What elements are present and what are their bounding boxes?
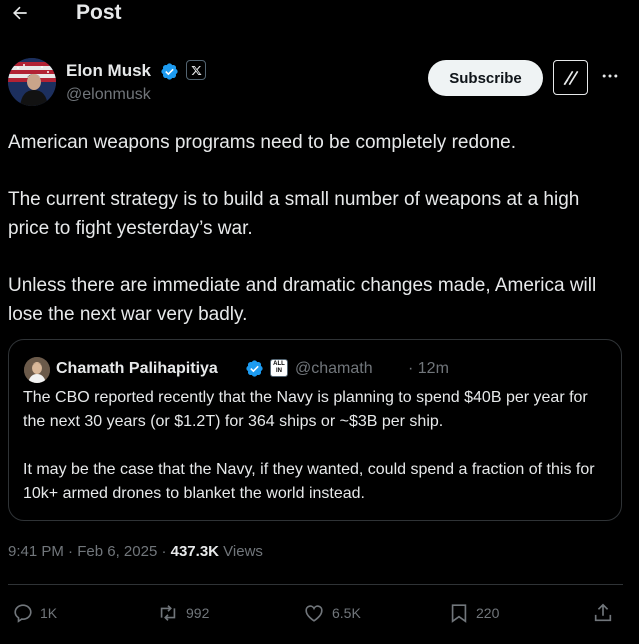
page-title: Post bbox=[76, 1, 122, 24]
avatar-image bbox=[8, 58, 56, 106]
author-handle[interactable]: @elonmusk bbox=[66, 85, 151, 105]
bookmark-icon bbox=[451, 604, 467, 623]
bookmark-count: 220 bbox=[476, 605, 500, 621]
repost-button[interactable]: 992 bbox=[156, 600, 209, 626]
arrow-left-icon bbox=[13, 6, 27, 20]
verified-badge-icon bbox=[160, 62, 179, 81]
post-paragraph: Unless there are immediate and dramatic … bbox=[8, 275, 597, 325]
reply-count: 1K bbox=[40, 605, 58, 621]
like-button[interactable]: 6.5K bbox=[302, 600, 361, 626]
grok-icon bbox=[563, 70, 578, 85]
post-text: American weapons programs need to be com… bbox=[8, 128, 623, 329]
post-paragraph: The current strategy is to build a small… bbox=[8, 189, 580, 239]
quote-paragraph: It may be the case that the Navy, if the… bbox=[23, 461, 595, 502]
post-meta: 9:41 PM · Feb 6, 2025 · 437.3K Views bbox=[8, 542, 263, 562]
heart-icon bbox=[305, 605, 323, 622]
reply-button[interactable]: 1K bbox=[12, 600, 57, 626]
quote-author-handle[interactable]: @chamath bbox=[295, 359, 373, 379]
views-label: Views bbox=[219, 543, 263, 560]
meta-separator: · bbox=[157, 543, 171, 560]
post-date[interactable]: Feb 6, 2025 bbox=[77, 543, 157, 560]
author-avatar[interactable] bbox=[8, 58, 56, 106]
quote-paragraph: The CBO reported recently that the Navy … bbox=[23, 389, 588, 430]
x-logo-icon bbox=[190, 65, 202, 75]
quote-author-avatar[interactable] bbox=[24, 357, 50, 383]
grok-button[interactable] bbox=[553, 60, 588, 95]
bookmark-button[interactable]: 220 bbox=[448, 600, 499, 626]
post-header: Post bbox=[0, 0, 639, 30]
post-time[interactable]: 9:41 PM bbox=[8, 543, 64, 560]
quote-timestamp[interactable]: · 12m bbox=[408, 359, 449, 379]
back-button[interactable] bbox=[8, 0, 32, 26]
x-affiliate-badge[interactable] bbox=[186, 60, 206, 80]
divider bbox=[8, 584, 623, 585]
views-count: 437.3K bbox=[170, 543, 219, 560]
like-count: 6.5K bbox=[332, 605, 361, 621]
quote-author-name[interactable]: Chamath Palihapitiya bbox=[56, 359, 218, 379]
quote-text: The CBO reported recently that the Navy … bbox=[23, 386, 613, 506]
meta-separator: · bbox=[63, 543, 78, 560]
reply-icon bbox=[14, 604, 32, 623]
ellipsis-icon bbox=[602, 74, 618, 78]
author-name[interactable]: Elon Musk bbox=[66, 60, 151, 82]
subscribe-button[interactable]: Subscribe bbox=[428, 60, 543, 96]
avatar-image bbox=[24, 357, 50, 383]
share-icon bbox=[594, 603, 612, 622]
repost-icon bbox=[160, 605, 176, 621]
quoted-post[interactable]: Chamath Palihapitiya ALL IN @chamath · 1… bbox=[8, 339, 622, 521]
verified-badge-icon bbox=[245, 359, 264, 378]
all-in-affiliate-badge[interactable]: ALL IN bbox=[270, 359, 288, 377]
post-paragraph: American weapons programs need to be com… bbox=[8, 132, 517, 153]
share-button[interactable] bbox=[592, 600, 614, 626]
repost-count: 992 bbox=[186, 605, 210, 621]
more-options-button[interactable] bbox=[598, 64, 622, 88]
